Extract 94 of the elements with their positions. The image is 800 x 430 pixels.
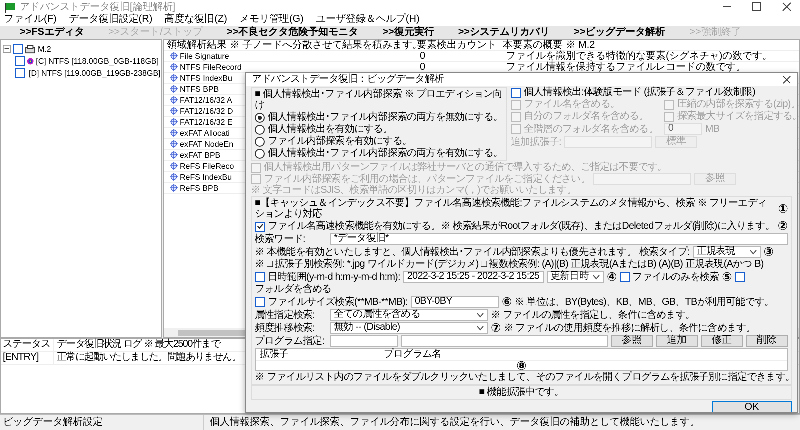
checkbox-label[interactable]: ファイルサイズ検索(**MB-**MB): [268, 296, 408, 308]
table-cell: exFAT BPB [180, 150, 221, 160]
column-header: 要素検出カウント [417, 40, 498, 50]
date-range-field[interactable]: 2022-3-2 15:25 - 2022-3-2 15:25 [403, 271, 544, 283]
dialog-title: アドバンストデータ復旧：ビッグデータ解析 [252, 74, 446, 85]
table-cell-text: 0 [420, 51, 427, 61]
action-button[interactable]: 追加 [656, 335, 698, 347]
table-cell: ReFS BPB [180, 182, 219, 194]
table-cell: [ENTRY] [1, 352, 54, 364]
checkbox-label[interactable]: 日時範囲(y-m-d h:m-y-m-d h:m): [268, 272, 400, 282]
column-header: プログラム名 [383, 349, 442, 360]
note-text: ファイル内部探索をご利用の場合は、パターンファイルをご指定ください。 [264, 174, 590, 184]
radio-label[interactable]: 個人情報検出･ファイル内部探索の両方を無効にする。 [268, 112, 504, 123]
action-button[interactable]: 修正 [701, 335, 743, 347]
date-type-select[interactable]: 更新日時 [546, 271, 604, 283]
note-text: ※ □ 拡張子別検索例: *.jpg ワイルドカード(デジカメ) □ 複数検索例: (A)|(B) 正規表現(AまたはB) (A)(B) 正規表現(Aかつ B) [255, 259, 764, 270]
table-cell: NTFS BPB [180, 84, 220, 94]
field-label: 属性指定検索: [255, 310, 316, 320]
field-label: 検索ワード: [255, 234, 306, 244]
section-title: ■【キャッシュ＆インデックス不要】ファイル名高速検索機能:ファイルシステムのメタ情報から、検索 ※ フリーエディションより対応 [255, 198, 768, 220]
search-type-select[interactable]: 正規表現 [692, 246, 761, 258]
action-button[interactable]: 参照 [611, 335, 653, 347]
size-field[interactable]: 0 [664, 123, 702, 135]
table-cell: FAT12/16/32 D [180, 106, 234, 116]
menu-item[interactable]: ユーザ登録＆ヘルプ(H) [316, 14, 420, 26]
toolbar-button[interactable]: >>システムリカバリ [446, 26, 562, 39]
annotation-number: ⑤ [722, 272, 732, 282]
note-text: ※ 文字コードはSJIS、検索単語の区切りはカンマ(，)でお願いいたします。 [251, 185, 576, 196]
radio-label[interactable]: 個人情報検出･ファイル内部探索の両方を有効にする。 [268, 148, 504, 159]
checkbox-label[interactable]: フォルダを含める [255, 284, 332, 295]
toolbar-button[interactable]: >>FSエディタ [8, 26, 96, 39]
note-text: ※ 単位は、BY(Bytes)、KB、MB、GB、TBが利用可能です。 [514, 296, 774, 308]
table-cell-text: ファイル情報を保持するファイルレコードの数です。 [506, 62, 747, 72]
note-text: ※ ファイルの使用頻度を推移に解析し、条件に含めます。 [504, 322, 756, 334]
field-label: 検索タイプ: [639, 246, 690, 258]
field-label: プログラム指定: [255, 336, 326, 346]
size-range-field[interactable]: 0BY-0BY [410, 296, 499, 308]
note-text: ■ 機能拡張中です。 [479, 387, 564, 398]
annotation-number: ④ [606, 272, 617, 282]
attribute-select[interactable]: 全ての属性を含める [330, 309, 488, 321]
note-text: ※ 本機能を有効といたしますと、個人情報検出･ファイル内部探索よりも優先されます。 [255, 246, 636, 258]
table-cell: NTFS IndexBu [180, 72, 232, 84]
column-header: 本要素の概要 ※ M.2 [503, 40, 596, 50]
table-cell: FAT12/16/32 E [180, 116, 233, 128]
toolbar-button[interactable]: >>不良セクタ危険予知モニタ [214, 26, 371, 39]
note-text: ※ ファイルの属性を指定し、条件に含めます。 [491, 310, 695, 320]
table-cell: ReFS FileReco [180, 160, 234, 172]
program-list[interactable]: 拡張子 プログラム名 ⑧ [255, 348, 788, 371]
table-cell: FAT12/16/32 A [180, 94, 232, 106]
menu-item[interactable]: メモリ管理(G) [239, 14, 304, 26]
window-title: アドバンストデータ復旧[論理解析] [20, 2, 177, 12]
menu-item[interactable]: ファイル(F) [4, 14, 57, 26]
table-cell-text: 正常に起動いたしました。問題ありません。 [56, 352, 242, 364]
column-header: ステータス [1, 339, 54, 351]
annotation-number: ⑦ [491, 322, 501, 334]
status-text: 個人情報探索、ファイル探索、ファイル分布に関する設定を行い、データ復旧の補助として機能いたします。 [209, 416, 700, 430]
frequency-select[interactable]: 無効 -- (Disable) [330, 322, 488, 334]
radio-label[interactable]: 個人情報検出を有効にする。 [268, 124, 393, 135]
checkbox-label[interactable]: ファイル名高速検索機能を有効にする。※ 検索結果がRootフォルダ(既存)、またはDeletedフォルダ(削除)に入ります。 [268, 221, 775, 232]
table-cell: File Signature [180, 50, 230, 62]
toolbar-button[interactable]: >>ビッグデータ解析 [562, 26, 678, 39]
toolbar-button[interactable]: >>復元実行 [370, 26, 446, 39]
checkbox-label[interactable]: 個人情報検出:体験版モード (拡張子＆ファイル数制限) [524, 87, 756, 98]
column-header: 領域解析結果 ※ 子ノードへ分散させて結果を積みます。 [166, 40, 417, 50]
action-button[interactable]: 削除 [746, 335, 788, 347]
table-cell-text: ファイルを識別できる特徴的な要素(シグネチャ)の数です。 [506, 51, 774, 61]
tree-item[interactable]: M.2 [38, 44, 52, 54]
radio-label[interactable]: ファイル内部探索を有効にする。 [268, 136, 412, 147]
field-label: 追加拡張子: [511, 136, 562, 148]
checkbox-label[interactable]: ファイルのみを検索 [632, 272, 720, 282]
table-cell: ReFS IndexBu [180, 172, 232, 182]
annotation-number: ⑧ [516, 361, 526, 372]
table-cell: exFAT Allocati [180, 128, 230, 138]
annotation-number: ⑥ [502, 296, 512, 308]
status-text: ビッグデータ解析設定 [0, 415, 204, 430]
annotation-number: ① [778, 204, 788, 214]
annotation-number: ③ [764, 246, 774, 258]
note-text: 個人情報検出用パターンファイルは弊社サーバとの通信で導入するため、ご指定は不要です。 [264, 162, 668, 173]
menu-item[interactable]: 高度な復旧(Z) [164, 14, 228, 26]
table-cell: NTFS FileRecord [180, 62, 242, 72]
section-title: ■ 個人情報検出･ファイル内部探索 ※ プロエディション向け [255, 89, 504, 111]
tree-item[interactable]: [D] NTFS [119.00GB_119GB-238GB] [29, 68, 161, 78]
tree-item[interactable]: [C] NTFS [118.00GB_0GB-118GB] [36, 56, 159, 66]
ok-button[interactable]: OK [712, 401, 792, 412]
annotation-number: ② [778, 221, 788, 232]
search-field[interactable]: *データ復旧* [330, 233, 788, 245]
menu-item[interactable]: データ復旧設定(R) [68, 14, 153, 26]
table-cell: exFAT NodeEn [180, 138, 234, 150]
note-text: ※ ファイルリスト内のファイルをダブルクリックいたしまして、そのファイルを開くプログラムを拡張子別に指定できます。 [255, 372, 795, 383]
unit-label: MB [705, 124, 720, 134]
column-header: データ復旧状況 ログ ※ 最大2500件まで [56, 339, 220, 351]
table-cell-text: 0 [420, 62, 427, 72]
field-label: 頻度推移検索: [255, 322, 316, 334]
column-header: 拡張子 [259, 349, 290, 360]
